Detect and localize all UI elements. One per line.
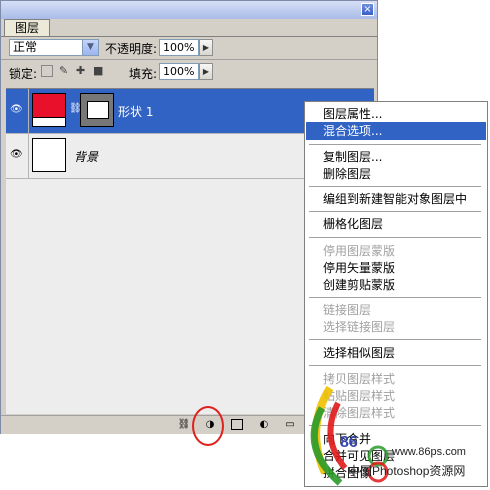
fill-label: 填充: <box>129 67 158 81</box>
lock-transparent-icon[interactable] <box>41 65 53 77</box>
visibility-toggle[interactable]: 👁 <box>6 134 29 178</box>
fill-slider-button[interactable]: ▶ <box>199 63 213 80</box>
menu-item-duplicate-layer[interactable]: 复制图层... <box>306 148 486 166</box>
watermark-site-name: 中国Photoshop资源网 <box>348 464 466 478</box>
menu-item-select-similar[interactable]: 选择相似图层 <box>306 344 486 362</box>
opacity-label: 不透明度: <box>105 42 158 56</box>
adjustment-layer-icon[interactable]: ◐ <box>257 418 271 431</box>
close-icon[interactable]: × <box>361 3 374 16</box>
opacity-slider-button[interactable]: ▶ <box>199 39 213 56</box>
chevron-down-icon[interactable]: ▼ <box>82 40 98 55</box>
menu-item-delete-layer[interactable]: 删除图层 <box>306 165 486 183</box>
menu-item-clipping-mask[interactable]: 创建剪贴蒙版 <box>306 276 486 294</box>
menu-item-disable-vector-mask[interactable]: 停用矢量蒙版 <box>306 259 486 277</box>
menu-item-link-layers: 链接图层 <box>323 303 372 317</box>
menu-item-layer-properties[interactable]: 图层属性... <box>306 105 486 123</box>
menu-separator <box>309 339 481 340</box>
watermark: 86 www.86ps.com 中国Photoshop资源网 <box>300 378 490 490</box>
watermark-brand: 86 <box>340 434 358 451</box>
add-mask-icon[interactable] <box>231 419 243 430</box>
panel-titlebar[interactable]: × <box>1 1 377 19</box>
lock-label: 锁定: <box>9 67 38 81</box>
eye-icon: 👁 <box>10 149 23 160</box>
layer-name[interactable]: 形状 1 <box>118 103 153 120</box>
blend-mode-value: 正常 <box>13 40 38 54</box>
menu-item-blending-options[interactable]: 混合选项... <box>306 122 486 140</box>
menu-separator <box>309 186 481 187</box>
brush-lock-icon[interactable]: ✎ <box>59 65 71 77</box>
layer-thumbnail <box>32 138 66 172</box>
vector-mask-thumbnail[interactable] <box>80 93 114 127</box>
highlight-circle <box>192 406 224 446</box>
blend-row: 正常 ▼ 不透明度: 100% ▶ <box>1 37 377 59</box>
menu-item-select-linked: 选择链接图层 <box>323 320 396 334</box>
menu-item-smart-object[interactable]: 编组到新建智能对象图层中 <box>306 190 486 208</box>
layer-thumbnail <box>32 93 66 127</box>
divider <box>1 59 377 60</box>
watermark-url: www.86ps.com <box>392 446 466 458</box>
opacity-input[interactable]: 100% <box>159 39 199 56</box>
blend-mode-select[interactable]: 正常 ▼ <box>9 39 99 56</box>
tab-layers[interactable]: 图层 <box>4 19 50 37</box>
menu-item-rasterize[interactable]: 栅格化图层 <box>306 215 486 233</box>
menu-separator <box>309 144 481 145</box>
link-layers-icon[interactable]: ⛓ <box>177 418 191 431</box>
menu-item-disable-layer-mask: 停用图层蒙版 <box>323 244 396 258</box>
menu-separator <box>309 211 481 212</box>
fill-input[interactable]: 100% <box>159 63 199 80</box>
move-lock-icon[interactable]: ✚ <box>76 65 88 77</box>
visibility-toggle[interactable]: 👁 <box>6 89 29 133</box>
eye-icon: 👁 <box>10 104 23 115</box>
menu-separator <box>309 237 481 238</box>
menu-separator <box>309 297 481 298</box>
menu-separator <box>309 365 481 366</box>
lock-all-icon[interactable]: ■ <box>93 65 105 77</box>
new-group-icon[interactable]: ▭ <box>283 418 297 431</box>
layer-name[interactable]: 背景 <box>74 148 98 165</box>
